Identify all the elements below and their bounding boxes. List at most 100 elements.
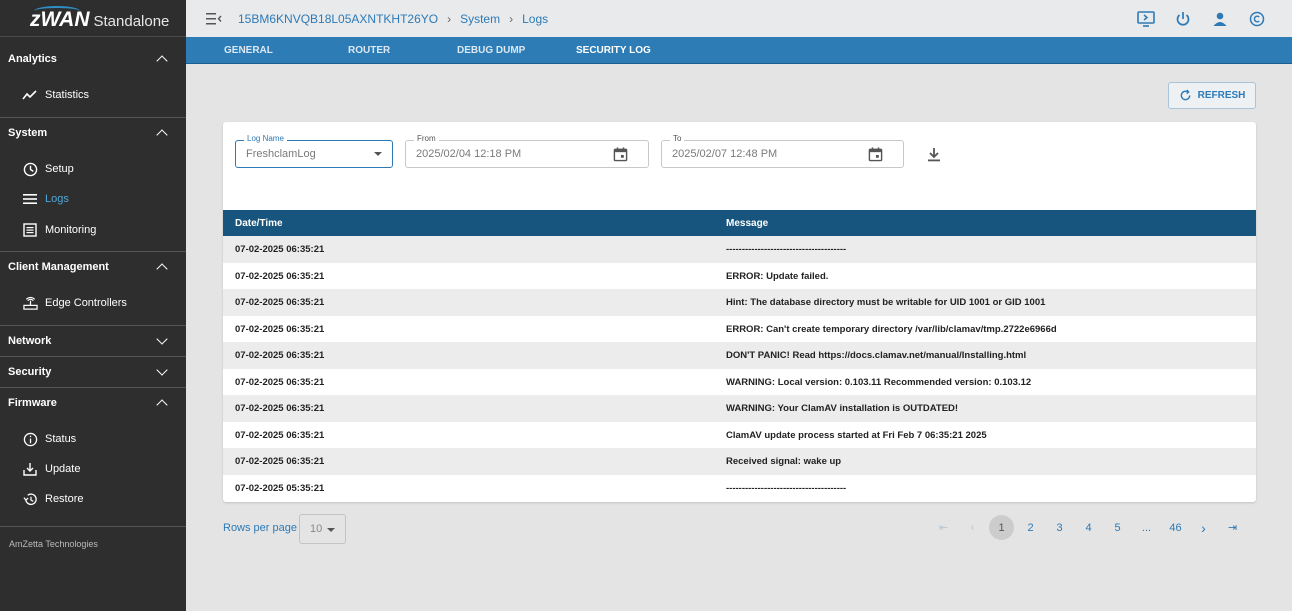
sidebar-item-logs[interactable]: Logs: [22, 188, 69, 210]
tab-debug-dump[interactable]: DEBUG DUMP: [457, 45, 525, 56]
router-icon: [22, 295, 38, 311]
sidebar-item-setup[interactable]: Setup: [22, 158, 74, 180]
sidebar-item-label: Restore: [45, 493, 84, 505]
table-row: 07-02-2025 06:35:21 WARNING: Local versio…: [223, 369, 1256, 396]
log-name-value: FreshclamLog: [246, 148, 316, 160]
log-name-label: Log Name: [244, 134, 287, 143]
sidebar-section-client-management[interactable]: Client Management: [0, 251, 186, 281]
section-label: Analytics: [8, 53, 57, 65]
cell-datetime: 07-02-2025 06:35:21: [235, 376, 325, 388]
chevron-up-icon: [156, 128, 168, 141]
power-icon[interactable]: [1174, 10, 1192, 28]
section-label: Client Management: [8, 260, 109, 273]
cell-datetime: 07-02-2025 05:35:21: [235, 482, 325, 494]
page-button[interactable]: 5: [1105, 515, 1130, 540]
copyright-icon[interactable]: [1248, 10, 1266, 28]
menu-collapse-icon[interactable]: [206, 12, 224, 26]
tab-router[interactable]: ROUTER: [348, 45, 390, 56]
sidebar-item-label: Edge Controllers: [45, 297, 127, 309]
chevron-up-icon: [156, 398, 168, 411]
cell-message: WARNING: Local version: 0.103.11 Recomme…: [726, 376, 1032, 388]
cell-message: WARNING: Your ClamAV installation is OUT…: [726, 403, 959, 414]
next-page-icon[interactable]: ›: [1191, 515, 1216, 540]
chevron-down-icon: [156, 363, 168, 376]
document-list-icon: [22, 222, 38, 238]
sidebar-item-edge-controllers[interactable]: Edge Controllers: [22, 292, 127, 314]
chevron-right-icon: ›: [447, 11, 452, 26]
page-button[interactable]: 1: [989, 515, 1014, 540]
cell-datetime: 07-02-2025 06:35:21: [235, 270, 325, 282]
sidebar-section-analytics[interactable]: Analytics: [0, 44, 186, 74]
table-row: 07-02-2025 06:35:21 ClamAV update process…: [223, 422, 1256, 449]
page-button[interactable]: 46: [1163, 515, 1188, 540]
page-button[interactable]: 4: [1076, 515, 1101, 540]
top-bar: 15BM6KNVQB18L05AXNTKHT26YO › System › Lo…: [186, 0, 1292, 37]
cell-message: Received signal: wake up: [726, 456, 842, 467]
column-header-datetime[interactable]: Date/Time: [235, 218, 283, 229]
prev-page-icon[interactable]: ‹: [960, 515, 985, 540]
section-label: Network: [8, 334, 52, 347]
download-icon[interactable]: [927, 147, 941, 162]
table-row: 07-02-2025 06:35:21 Received signal: wake…: [223, 448, 1256, 475]
table-row: 07-02-2025 06:35:21 Hint: The database di…: [223, 289, 1256, 316]
refresh-button[interactable]: REFRESH: [1168, 82, 1256, 109]
from-date-field[interactable]: From 2025/02/04 12:18 PM: [405, 134, 649, 168]
table-row: 07-02-2025 06:35:21 ERROR: Update failed.: [223, 263, 1256, 290]
page-button[interactable]: 3: [1047, 515, 1072, 540]
table-row: 07-02-2025 06:35:21 WARNING: Your ClamAV …: [223, 395, 1256, 422]
cell-datetime: 07-02-2025 06:35:21: [235, 297, 325, 308]
to-value: 2025/02/07 12:48 PM: [672, 148, 778, 160]
first-page-icon[interactable]: ⇤: [931, 515, 956, 540]
table-row: 07-02-2025 06:35:21 ERROR: Can't create t…: [223, 316, 1256, 343]
cell-datetime: 07-02-2025 06:35:21: [235, 456, 325, 467]
column-header-message[interactable]: Message: [726, 218, 768, 229]
tab-general[interactable]: GENERAL: [224, 45, 273, 56]
sidebar-item-statistics[interactable]: Statistics: [22, 84, 89, 106]
rows-per-page-label: Rows per page: [223, 522, 297, 534]
clock-icon: [22, 161, 38, 177]
cell-datetime: 07-02-2025 06:35:21: [235, 323, 325, 335]
breadcrumb-logs: Logs: [522, 11, 549, 26]
cell-message: --------------------------------------: [726, 482, 847, 494]
page-button[interactable]: 2: [1018, 515, 1043, 540]
sidebar-item-label: Monitoring: [45, 224, 97, 236]
calendar-icon[interactable]: [868, 147, 883, 162]
cell-message: ERROR: Can't create temporary directory …: [726, 323, 1057, 335]
sidebar-item-monitoring[interactable]: Monitoring: [22, 219, 96, 241]
sidebar-item-restore[interactable]: Restore: [22, 488, 84, 510]
sidebar-item-label: Statistics: [45, 89, 90, 101]
brand-suffix: Standalone: [93, 13, 170, 30]
tab-security-log[interactable]: SECURITY LOG: [576, 45, 651, 56]
breadcrumb-device[interactable]: 15BM6KNVQB18L05AXNTKHT26YO: [238, 12, 438, 26]
sidebar-section-network[interactable]: Network: [0, 325, 186, 355]
to-label: To: [670, 134, 685, 143]
rows-per-page-select[interactable]: 10: [299, 514, 346, 544]
from-value: 2025/02/04 12:18 PM: [416, 148, 522, 160]
rows-per-page-value: 10: [310, 523, 323, 535]
refresh-label: REFRESH: [1197, 90, 1246, 101]
page-ellipsis: ...: [1141, 521, 1152, 534]
app-logo: zWAN Standalone: [0, 0, 186, 37]
table-row: 07-02-2025 06:35:21 ---------------------…: [223, 236, 1256, 263]
breadcrumb-system[interactable]: System: [460, 12, 500, 26]
sidebar-item-update[interactable]: Update: [22, 458, 80, 480]
breadcrumb: 15BM6KNVQB18L05AXNTKHT26YO › System › Lo…: [238, 12, 548, 26]
sidebar-section-security[interactable]: Security: [0, 356, 186, 386]
chevron-down-icon: [156, 332, 168, 345]
last-page-icon[interactable]: ⇥: [1220, 515, 1245, 540]
remote-desktop-icon[interactable]: [1137, 10, 1155, 28]
dropdown-arrow-icon: [374, 152, 382, 156]
log-name-select[interactable]: Log Name FreshclamLog: [235, 134, 393, 168]
user-icon[interactable]: [1211, 10, 1229, 28]
company-name: AmZetta Technologies: [9, 539, 98, 549]
sidebar-section-system[interactable]: System: [0, 117, 186, 147]
section-label: Security: [8, 365, 52, 378]
to-date-field[interactable]: To 2025/02/07 12:48 PM: [661, 134, 904, 168]
list-icon: [22, 191, 38, 207]
sidebar-section-firmware[interactable]: Firmware: [0, 387, 186, 417]
calendar-icon[interactable]: [613, 147, 628, 162]
cell-datetime: 07-02-2025 06:35:21: [235, 244, 325, 255]
trend-icon: [22, 87, 38, 103]
cell-message: Hint: The database directory must be wri…: [726, 297, 1046, 308]
sidebar-item-status[interactable]: Status: [22, 428, 76, 450]
